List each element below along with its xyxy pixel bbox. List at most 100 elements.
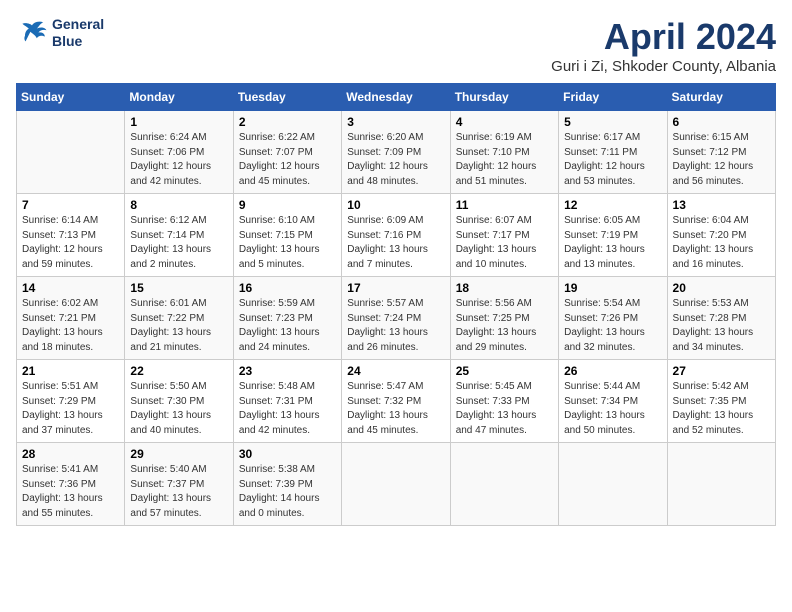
day-number: 12	[564, 198, 661, 212]
calendar-cell: 3 Sunrise: 6:20 AM Sunset: 7:09 PM Daylig…	[342, 111, 450, 194]
logo-icon	[16, 19, 48, 47]
day-info: Sunrise: 6:09 AM Sunset: 7:16 PM Dayligh…	[347, 214, 444, 272]
day-number: 6	[673, 115, 770, 129]
day-info: Sunrise: 5:44 AM Sunset: 7:34 PM Dayligh…	[564, 380, 661, 438]
day-info: Sunrise: 5:42 AM Sunset: 7:35 PM Dayligh…	[673, 380, 770, 438]
calendar-cell: 12 Sunrise: 6:05 AM Sunset: 7:19 PM Dayli…	[559, 194, 667, 277]
day-number: 19	[564, 281, 661, 295]
calendar-cell: 8 Sunrise: 6:12 AM Sunset: 7:14 PM Daylig…	[125, 194, 233, 277]
week-row-1: 1 Sunrise: 6:24 AM Sunset: 7:06 PM Daylig…	[17, 111, 776, 194]
calendar-cell: 9Sunrise: 6:10 AM Sunset: 7:15 PM Daylig…	[233, 194, 341, 277]
calendar-cell: 5 Sunrise: 6:17 AM Sunset: 7:11 PM Daylig…	[559, 111, 667, 194]
day-number: 17	[347, 281, 444, 295]
calendar-cell: 28Sunrise: 5:41 AM Sunset: 7:36 PM Dayli…	[17, 443, 125, 526]
logo: General Blue	[16, 16, 104, 50]
day-number: 23	[239, 364, 336, 378]
day-info: Sunrise: 6:05 AM Sunset: 7:19 PM Dayligh…	[564, 214, 661, 272]
day-info: Sunrise: 5:40 AM Sunset: 7:37 PM Dayligh…	[130, 463, 227, 521]
calendar-cell: 27 Sunrise: 5:42 AM Sunset: 7:35 PM Dayli…	[667, 360, 775, 443]
day-info: Sunrise: 5:53 AM Sunset: 7:28 PM Dayligh…	[673, 297, 770, 355]
week-row-2: 7 Sunrise: 6:14 AM Sunset: 7:13 PM Daylig…	[17, 194, 776, 277]
day-info: Sunrise: 5:56 AM Sunset: 7:25 PM Dayligh…	[456, 297, 553, 355]
weekday-header-friday: Friday	[559, 84, 667, 111]
calendar-cell: 22Sunrise: 5:50 AM Sunset: 7:30 PM Dayli…	[125, 360, 233, 443]
calendar-cell	[559, 443, 667, 526]
day-number: 1	[130, 115, 227, 129]
weekday-header-tuesday: Tuesday	[233, 84, 341, 111]
calendar-title: April 2024	[551, 16, 776, 58]
day-info: Sunrise: 5:59 AM Sunset: 7:23 PM Dayligh…	[239, 297, 336, 355]
day-number: 29	[130, 447, 227, 461]
day-number: 25	[456, 364, 553, 378]
calendar-cell: 25Sunrise: 5:45 AM Sunset: 7:33 PM Dayli…	[450, 360, 558, 443]
calendar-cell	[667, 443, 775, 526]
day-number: 7	[22, 198, 119, 212]
day-info: Sunrise: 6:19 AM Sunset: 7:10 PM Dayligh…	[456, 131, 553, 189]
day-number: 20	[673, 281, 770, 295]
calendar-header: General Blue April 2024 Guri i Zi, Shkod…	[16, 16, 776, 75]
calendar-cell: 16 Sunrise: 5:59 AM Sunset: 7:23 PM Dayli…	[233, 277, 341, 360]
calendar-cell: 7 Sunrise: 6:14 AM Sunset: 7:13 PM Daylig…	[17, 194, 125, 277]
day-info: Sunrise: 6:17 AM Sunset: 7:11 PM Dayligh…	[564, 131, 661, 189]
day-info: Sunrise: 6:04 AM Sunset: 7:20 PM Dayligh…	[673, 214, 770, 272]
calendar-cell: 19 Sunrise: 5:54 AM Sunset: 7:26 PM Dayli…	[559, 277, 667, 360]
calendar-cell	[342, 443, 450, 526]
day-info: Sunrise: 6:14 AM Sunset: 7:13 PM Dayligh…	[22, 214, 119, 272]
week-row-3: 14Sunrise: 6:02 AM Sunset: 7:21 PM Dayli…	[17, 277, 776, 360]
title-area: April 2024 Guri i Zi, Shkoder County, Al…	[551, 16, 776, 75]
day-number: 2	[239, 115, 336, 129]
day-info: Sunrise: 5:54 AM Sunset: 7:26 PM Dayligh…	[564, 297, 661, 355]
calendar-cell: 6 Sunrise: 6:15 AM Sunset: 7:12 PM Daylig…	[667, 111, 775, 194]
day-info: Sunrise: 6:12 AM Sunset: 7:14 PM Dayligh…	[130, 214, 227, 272]
day-number: 5	[564, 115, 661, 129]
day-number: 26	[564, 364, 661, 378]
day-info: Sunrise: 5:38 AM Sunset: 7:39 PM Dayligh…	[239, 463, 336, 521]
calendar-cell: 17 Sunrise: 5:57 AM Sunset: 7:24 PM Dayli…	[342, 277, 450, 360]
calendar-cell: 24 Sunrise: 5:47 AM Sunset: 7:32 PM Dayli…	[342, 360, 450, 443]
day-info: Sunrise: 5:48 AM Sunset: 7:31 PM Dayligh…	[239, 380, 336, 438]
day-number: 16	[239, 281, 336, 295]
calendar-cell	[17, 111, 125, 194]
weekday-header-monday: Monday	[125, 84, 233, 111]
day-number: 9	[239, 198, 336, 212]
weekday-header-thursday: Thursday	[450, 84, 558, 111]
weekday-header-sunday: Sunday	[17, 84, 125, 111]
day-number: 24	[347, 364, 444, 378]
day-info: Sunrise: 5:57 AM Sunset: 7:24 PM Dayligh…	[347, 297, 444, 355]
weekday-header-saturday: Saturday	[667, 84, 775, 111]
week-row-4: 21 Sunrise: 5:51 AM Sunset: 7:29 PM Dayli…	[17, 360, 776, 443]
calendar-cell: 30 Sunrise: 5:38 AM Sunset: 7:39 PM Dayli…	[233, 443, 341, 526]
calendar-cell: 26 Sunrise: 5:44 AM Sunset: 7:34 PM Dayli…	[559, 360, 667, 443]
day-info: Sunrise: 5:51 AM Sunset: 7:29 PM Dayligh…	[22, 380, 119, 438]
calendar-cell: 11Sunrise: 6:07 AM Sunset: 7:17 PM Dayli…	[450, 194, 558, 277]
day-number: 28	[22, 447, 119, 461]
calendar-cell: 29 Sunrise: 5:40 AM Sunset: 7:37 PM Dayli…	[125, 443, 233, 526]
day-number: 22	[130, 364, 227, 378]
day-info: Sunrise: 6:15 AM Sunset: 7:12 PM Dayligh…	[673, 131, 770, 189]
calendar-cell: 20 Sunrise: 5:53 AM Sunset: 7:28 PM Dayli…	[667, 277, 775, 360]
day-number: 11	[456, 198, 553, 212]
day-info: Sunrise: 6:24 AM Sunset: 7:06 PM Dayligh…	[130, 131, 227, 189]
day-number: 10	[347, 198, 444, 212]
day-number: 3	[347, 115, 444, 129]
calendar-cell: 18Sunrise: 5:56 AM Sunset: 7:25 PM Dayli…	[450, 277, 558, 360]
logo-text: General Blue	[52, 16, 104, 50]
day-number: 30	[239, 447, 336, 461]
day-number: 4	[456, 115, 553, 129]
week-row-5: 28Sunrise: 5:41 AM Sunset: 7:36 PM Dayli…	[17, 443, 776, 526]
calendar-table: SundayMondayTuesdayWednesdayThursdayFrid…	[16, 83, 776, 526]
day-info: Sunrise: 5:47 AM Sunset: 7:32 PM Dayligh…	[347, 380, 444, 438]
calendar-cell: 23 Sunrise: 5:48 AM Sunset: 7:31 PM Dayli…	[233, 360, 341, 443]
day-number: 21	[22, 364, 119, 378]
day-info: Sunrise: 6:20 AM Sunset: 7:09 PM Dayligh…	[347, 131, 444, 189]
calendar-cell: 4 Sunrise: 6:19 AM Sunset: 7:10 PM Daylig…	[450, 111, 558, 194]
day-number: 8	[130, 198, 227, 212]
weekday-header-row: SundayMondayTuesdayWednesdayThursdayFrid…	[17, 84, 776, 111]
day-info: Sunrise: 6:01 AM Sunset: 7:22 PM Dayligh…	[130, 297, 227, 355]
weekday-header-wednesday: Wednesday	[342, 84, 450, 111]
calendar-cell	[450, 443, 558, 526]
day-number: 14	[22, 281, 119, 295]
day-number: 27	[673, 364, 770, 378]
calendar-cell: 1 Sunrise: 6:24 AM Sunset: 7:06 PM Daylig…	[125, 111, 233, 194]
calendar-cell: 15Sunrise: 6:01 AM Sunset: 7:22 PM Dayli…	[125, 277, 233, 360]
